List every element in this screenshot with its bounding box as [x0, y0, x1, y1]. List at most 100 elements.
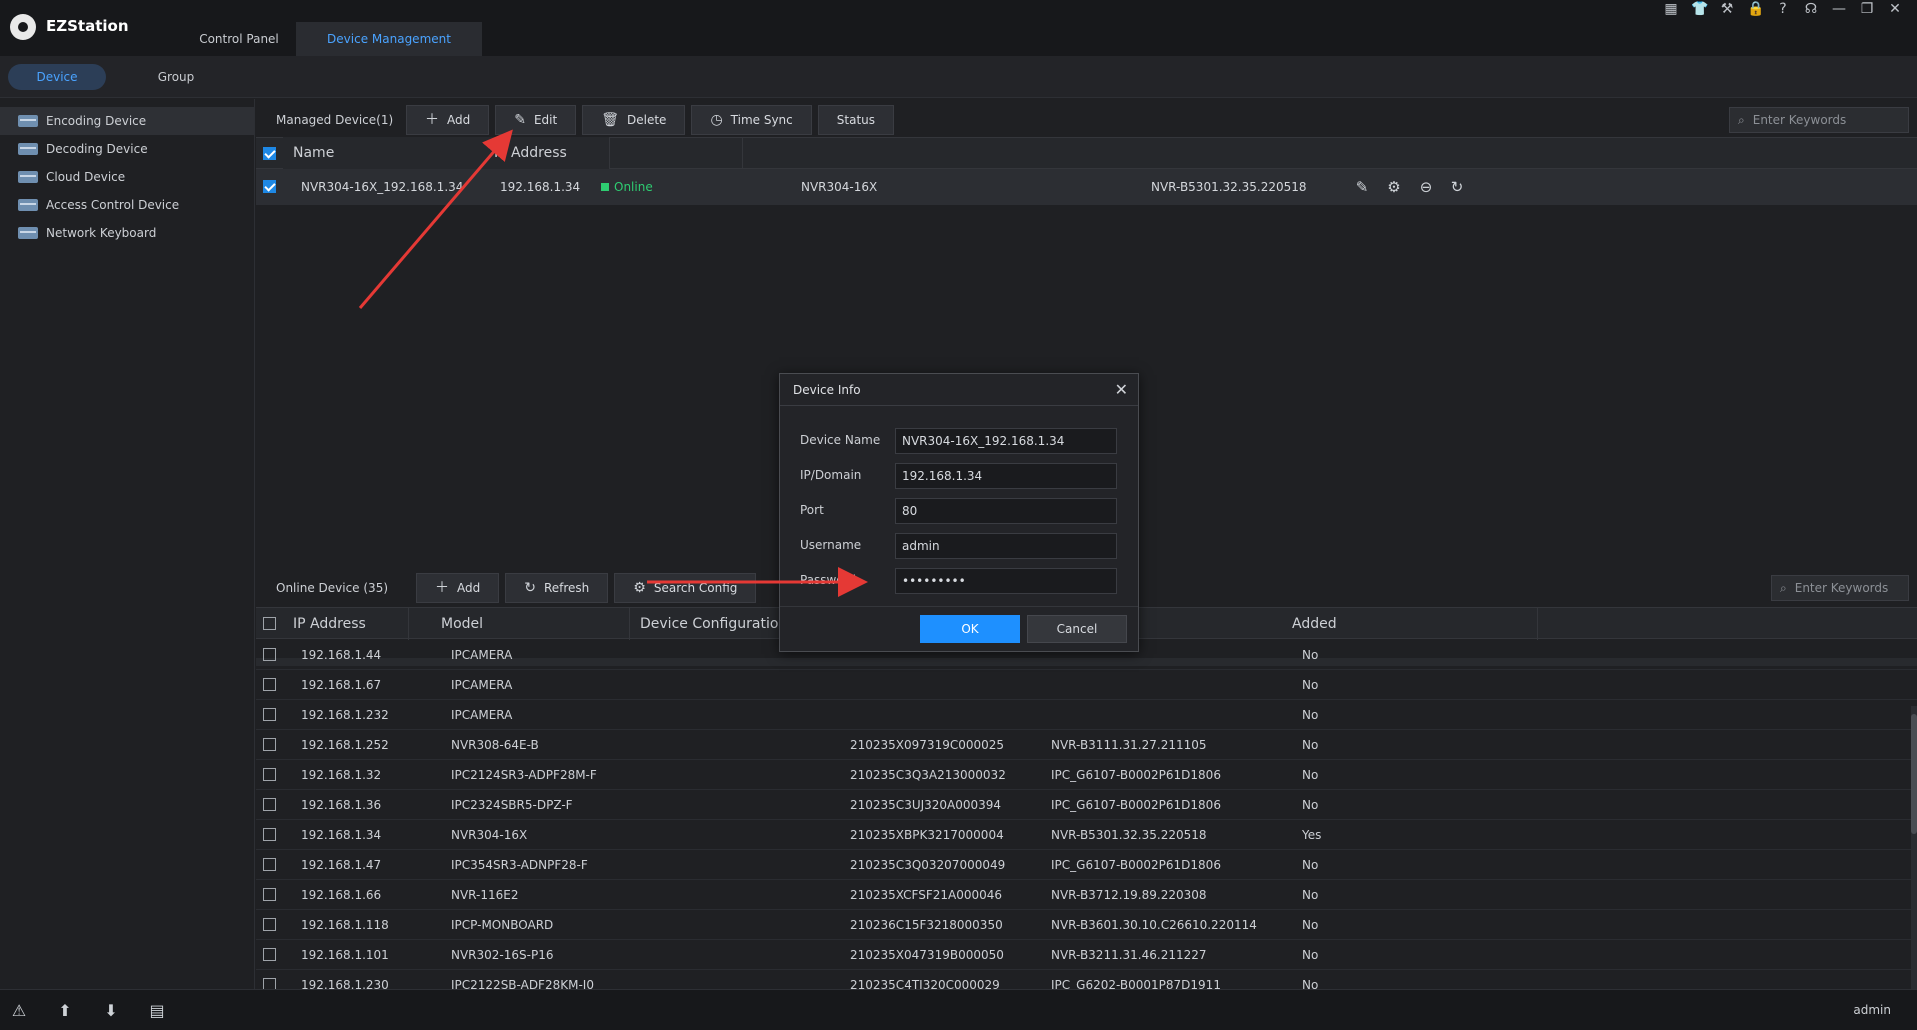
edit-button[interactable]: ✎ Edit — [495, 105, 577, 135]
sub-navigation: Device Group — [0, 56, 1917, 98]
download-icon[interactable]: ⬇ — [100, 1000, 122, 1022]
search-config-button[interactable]: ⚙ Search Config — [614, 573, 757, 603]
layout-icon[interactable]: ▦ — [1663, 1, 1679, 17]
username-label: Username — [800, 538, 862, 552]
minimize-icon[interactable]: — — [1831, 1, 1847, 17]
cancel-button[interactable]: Cancel — [1027, 615, 1127, 643]
row-serial: 210235X047319B000050 — [850, 948, 1004, 962]
plus-icon: ＋ — [425, 112, 439, 128]
online-device-row[interactable]: 192.168.1.232 IPCAMERA No — [256, 700, 1917, 730]
header-online-ip[interactable]: IP Address — [283, 608, 409, 640]
device-name-label: Device Name — [800, 433, 881, 447]
row-checkbox[interactable] — [263, 738, 276, 751]
time-sync-button[interactable]: ◷ Time Sync — [691, 105, 812, 135]
sidebar-item-cloud-device[interactable]: Cloud Device — [0, 163, 254, 191]
sidebar-item-decoding-device[interactable]: Decoding Device — [0, 135, 254, 163]
online-scrollbar[interactable] — [1911, 706, 1917, 989]
managed-header-rest — [256, 137, 1917, 169]
refresh-label: Refresh — [543, 581, 590, 595]
row-checkbox[interactable] — [263, 918, 276, 931]
row-checkbox[interactable] — [263, 828, 276, 841]
username-field[interactable]: admin — [895, 533, 1117, 559]
row-version: NVR-B5301.32.35.220518 — [1051, 828, 1207, 842]
help-icon[interactable]: ? — [1775, 1, 1791, 17]
status-text: Online — [614, 180, 653, 194]
row-checkbox[interactable] — [263, 948, 276, 961]
settings-icon[interactable]: ⚙ — [1385, 178, 1403, 196]
log-icon[interactable]: ▤ — [146, 1000, 168, 1022]
add-button[interactable]: ＋ Add — [406, 105, 490, 135]
online-device-row[interactable]: 192.168.1.252 NVR308-64E-B 210235X097319C0… — [256, 730, 1917, 760]
edit-icon[interactable]: ✎ — [1353, 178, 1371, 196]
row-checkbox[interactable] — [263, 798, 276, 811]
lock-icon[interactable]: 🔒 — [1747, 1, 1764, 17]
online-device-row[interactable]: 192.168.1.118 IPCP-MONBOARD 210236C15F3218… — [256, 910, 1917, 940]
online-device-row[interactable]: 192.168.1.67 IPCAMERA No — [256, 670, 1917, 700]
online-device-row[interactable]: 192.168.1.32 IPC2124SR3-ADPF28M-F 210235C3… — [256, 760, 1917, 790]
sidebar-item-network-keyboard[interactable]: Network Keyboard — [0, 219, 254, 247]
header-online-model[interactable]: Model — [431, 608, 630, 640]
online-device-row[interactable]: 192.168.1.34 NVR304-16X 210235XBPK32170000… — [256, 820, 1917, 850]
sidebar-item-access-control-device[interactable]: Access Control Device — [0, 191, 254, 219]
online-device-row[interactable]: 192.168.1.36 IPC2324SBR5-DPZ-F 210235C3UJ3… — [256, 790, 1917, 820]
subnav-device[interactable]: Device — [8, 64, 106, 90]
sidebar-item-encoding-device[interactable]: Encoding Device — [0, 107, 254, 135]
row-added: No — [1302, 888, 1319, 902]
row-version: IPC_G6107-B0002P61D1806 — [1051, 768, 1221, 782]
row-checkbox[interactable] — [263, 768, 276, 781]
restore-icon[interactable]: ❐ — [1859, 1, 1875, 17]
trash-icon: 🗑 — [601, 112, 619, 128]
device-info-dialog: Device Info ✕ Device Name NVR304-16X_192… — [779, 373, 1139, 652]
tools-icon[interactable]: ⚒ — [1719, 1, 1735, 17]
ok-button[interactable]: OK — [920, 615, 1020, 643]
managed-toolbar: Managed Device(1) ＋ Add ✎ Edit 🗑 Delete ◷ Ti… — [256, 101, 1917, 139]
close-icon[interactable]: ✕ — [1887, 1, 1903, 17]
dialog-close-icon[interactable]: ✕ — [1115, 380, 1128, 399]
upgrade-icon[interactable]: ⬆ — [54, 1000, 76, 1022]
alarm-icon[interactable]: ⚠ — [8, 1000, 30, 1022]
row-checkbox[interactable] — [263, 888, 276, 901]
skin-icon[interactable]: 👕 — [1691, 1, 1708, 17]
row-checkbox[interactable] — [263, 858, 276, 871]
tab-device-management[interactable]: Device Management — [296, 22, 482, 56]
status-button[interactable]: Status — [817, 105, 895, 135]
device-model: NVR304-16X — [801, 180, 878, 194]
online-device-row[interactable]: 192.168.1.101 NVR302-16S-P16 210235X047319… — [256, 940, 1917, 970]
header-online-added[interactable]: Added — [1282, 608, 1911, 640]
tab-control-panel[interactable]: Control Panel — [180, 22, 298, 56]
row-ip: 192.168.1.118 — [301, 918, 389, 932]
row-checkbox[interactable] — [263, 708, 276, 721]
row-checkbox[interactable] — [263, 648, 276, 661]
ip-domain-field[interactable]: 192.168.1.34 — [895, 463, 1117, 489]
online-add-button[interactable]: ＋ Add — [416, 573, 500, 603]
sidebar-item-label: Decoding Device — [46, 142, 148, 156]
refresh-icon[interactable]: ↻ — [1448, 178, 1466, 196]
row-serial: 210235XBPK3217000004 — [850, 828, 1004, 842]
row-checkbox[interactable] — [263, 180, 276, 193]
row-model: IPC2124SR3-ADPF28M-F — [451, 768, 597, 782]
refresh-button[interactable]: ↻ Refresh — [505, 573, 609, 603]
web-icon[interactable]: ⊖ — [1417, 178, 1435, 196]
managed-device-row[interactable]: NVR304-16X_192.168.1.34 192.168.1.34 Onl… — [256, 169, 1917, 205]
support-icon[interactable]: ☊ — [1803, 1, 1819, 17]
row-added: No — [1302, 678, 1319, 692]
row-added: Yes — [1302, 828, 1322, 842]
port-field[interactable]: 80 — [895, 498, 1117, 524]
port-label: Port — [800, 503, 824, 517]
row-version: NVR-B3601.30.10.C26610.220114 — [1051, 918, 1257, 932]
device-name-field[interactable]: NVR304-16X_192.168.1.34 — [895, 428, 1117, 454]
delete-button[interactable]: 🗑 Delete — [582, 105, 686, 135]
online-search-input[interactable]: ⌕ Enter Keywords — [1771, 575, 1909, 601]
row-added: No — [1302, 738, 1319, 752]
online-device-row[interactable]: 192.168.1.66 NVR-116E2 210235XCFSF21A00004… — [256, 880, 1917, 910]
row-version: NVR-B3211.31.46.211227 — [1051, 948, 1207, 962]
scrollbar-thumb[interactable] — [1911, 714, 1917, 834]
online-select-all-checkbox[interactable] — [263, 617, 276, 630]
row-model: NVR302-16S-P16 — [451, 948, 554, 962]
row-ip: 192.168.1.66 — [301, 888, 382, 902]
online-device-row[interactable]: 192.168.1.47 IPC354SR3-ADNPF28-F 210235C3Q… — [256, 850, 1917, 880]
managed-search-input[interactable]: ⌕ Enter Keywords — [1729, 107, 1909, 133]
subnav-group[interactable]: Group — [126, 64, 226, 90]
password-field[interactable]: ••••••••• — [895, 568, 1117, 594]
row-checkbox[interactable] — [263, 678, 276, 691]
